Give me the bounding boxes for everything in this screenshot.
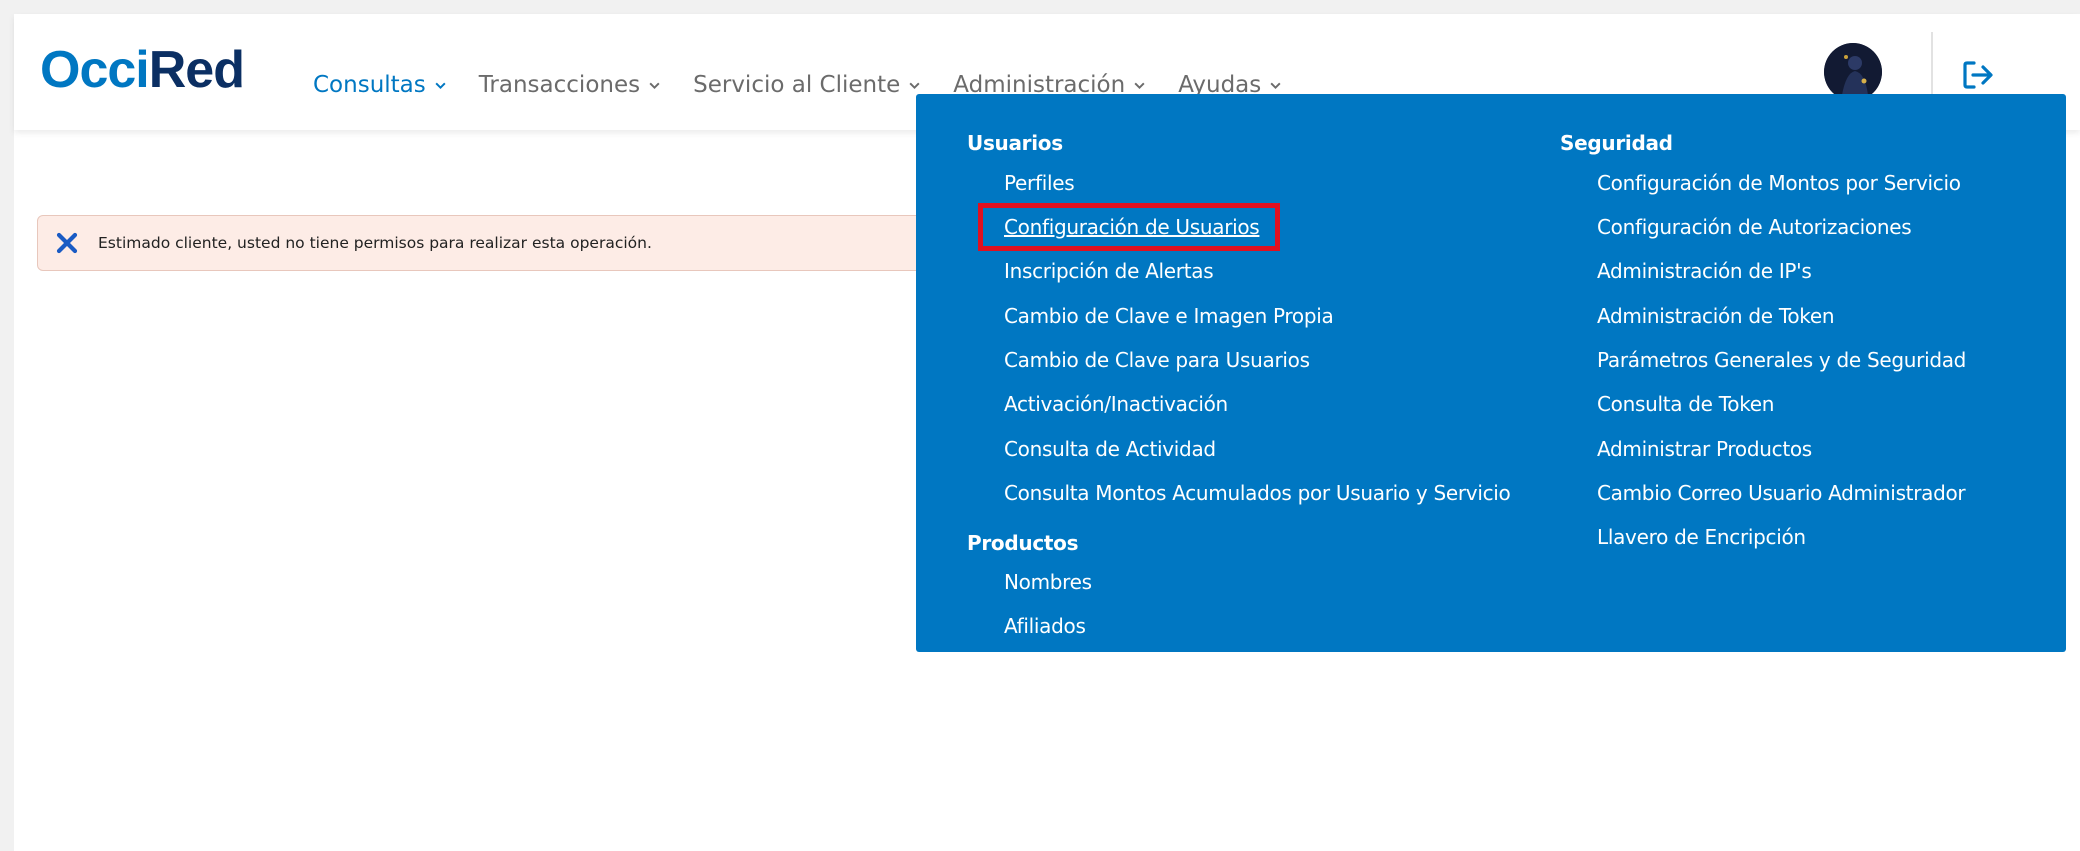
menu-item-cambio-correo[interactable]: Cambio Correo Usuario Administrador xyxy=(1597,481,1966,505)
nav-item-label: Servicio al Cliente xyxy=(693,72,901,98)
nav-item-servicio-al-cliente[interactable]: Servicio al Cliente xyxy=(693,72,921,98)
nav-item-transacciones[interactable]: Transacciones xyxy=(479,72,661,98)
menu-group-productos: Productos xyxy=(967,531,1079,555)
logout-icon[interactable] xyxy=(1958,55,1998,95)
close-icon xyxy=(56,232,78,254)
menu-item-afiliados[interactable]: Afiliados xyxy=(1004,614,1086,638)
menu-item-activacion[interactable]: Activación/Inactivación xyxy=(1004,392,1228,416)
avatar[interactable] xyxy=(1824,43,1882,101)
chevron-down-icon xyxy=(649,82,660,89)
admin-dropdown-menu: Usuarios Perfiles Configuración de Usuar… xyxy=(916,94,2066,652)
menu-item-cambio-clave-usuarios[interactable]: Cambio de Clave para Usuarios xyxy=(1004,348,1310,372)
menu-item-admin-token[interactable]: Administración de Token xyxy=(1597,304,1835,328)
menu-item-inscripcion-alertas[interactable]: Inscripción de Alertas xyxy=(1004,259,1214,283)
menu-item-administrar-productos[interactable]: Administrar Productos xyxy=(1597,437,1812,461)
nav-item-label: Transacciones xyxy=(478,72,641,98)
logo[interactable]: OcciRed xyxy=(40,41,245,99)
alert-message: Estimado cliente, usted no tiene permiso… xyxy=(98,234,652,252)
menu-item-consulta-montos[interactable]: Consulta Montos Acumulados por Usuario y… xyxy=(1004,481,1511,505)
nav-item-label: Consultas xyxy=(313,72,426,98)
menu-item-nombres[interactable]: Nombres xyxy=(1004,570,1092,594)
menu-item-config-montos-servicio[interactable]: Configuración de Montos por Servicio xyxy=(1597,171,1961,195)
nav-item-consultas[interactable]: Consultas xyxy=(313,72,447,98)
menu-item-cambio-clave-imagen[interactable]: Cambio de Clave e Imagen Propia xyxy=(1004,304,1334,328)
menu-item-consulta-actividad[interactable]: Consulta de Actividad xyxy=(1004,437,1216,461)
chevron-down-icon xyxy=(435,82,446,89)
menu-group-seguridad: Seguridad xyxy=(1560,131,1673,155)
menu-item-config-autorizaciones[interactable]: Configuración de Autorizaciones xyxy=(1597,215,1912,239)
chevron-down-icon xyxy=(1134,82,1145,89)
avatar-image xyxy=(1824,43,1882,101)
menu-item-perfiles[interactable]: Perfiles xyxy=(1004,171,1075,195)
highlight-box xyxy=(978,203,1280,251)
chevron-down-icon xyxy=(1270,82,1281,89)
menu-group-usuarios: Usuarios xyxy=(967,131,1063,155)
alert-banner: Estimado cliente, usted no tiene permiso… xyxy=(37,215,957,271)
logo-occi: Occi xyxy=(40,41,150,99)
menu-item-parametros-generales[interactable]: Parámetros Generales y de Seguridad xyxy=(1597,348,1966,372)
menu-item-llavero-encripcion[interactable]: Llavero de Encripción xyxy=(1597,525,1806,549)
chevron-down-icon xyxy=(909,82,920,89)
menu-item-admin-ips[interactable]: Administración de IP's xyxy=(1597,259,1812,283)
menu-item-consulta-token[interactable]: Consulta de Token xyxy=(1597,392,1774,416)
logo-red: Red xyxy=(148,41,245,99)
